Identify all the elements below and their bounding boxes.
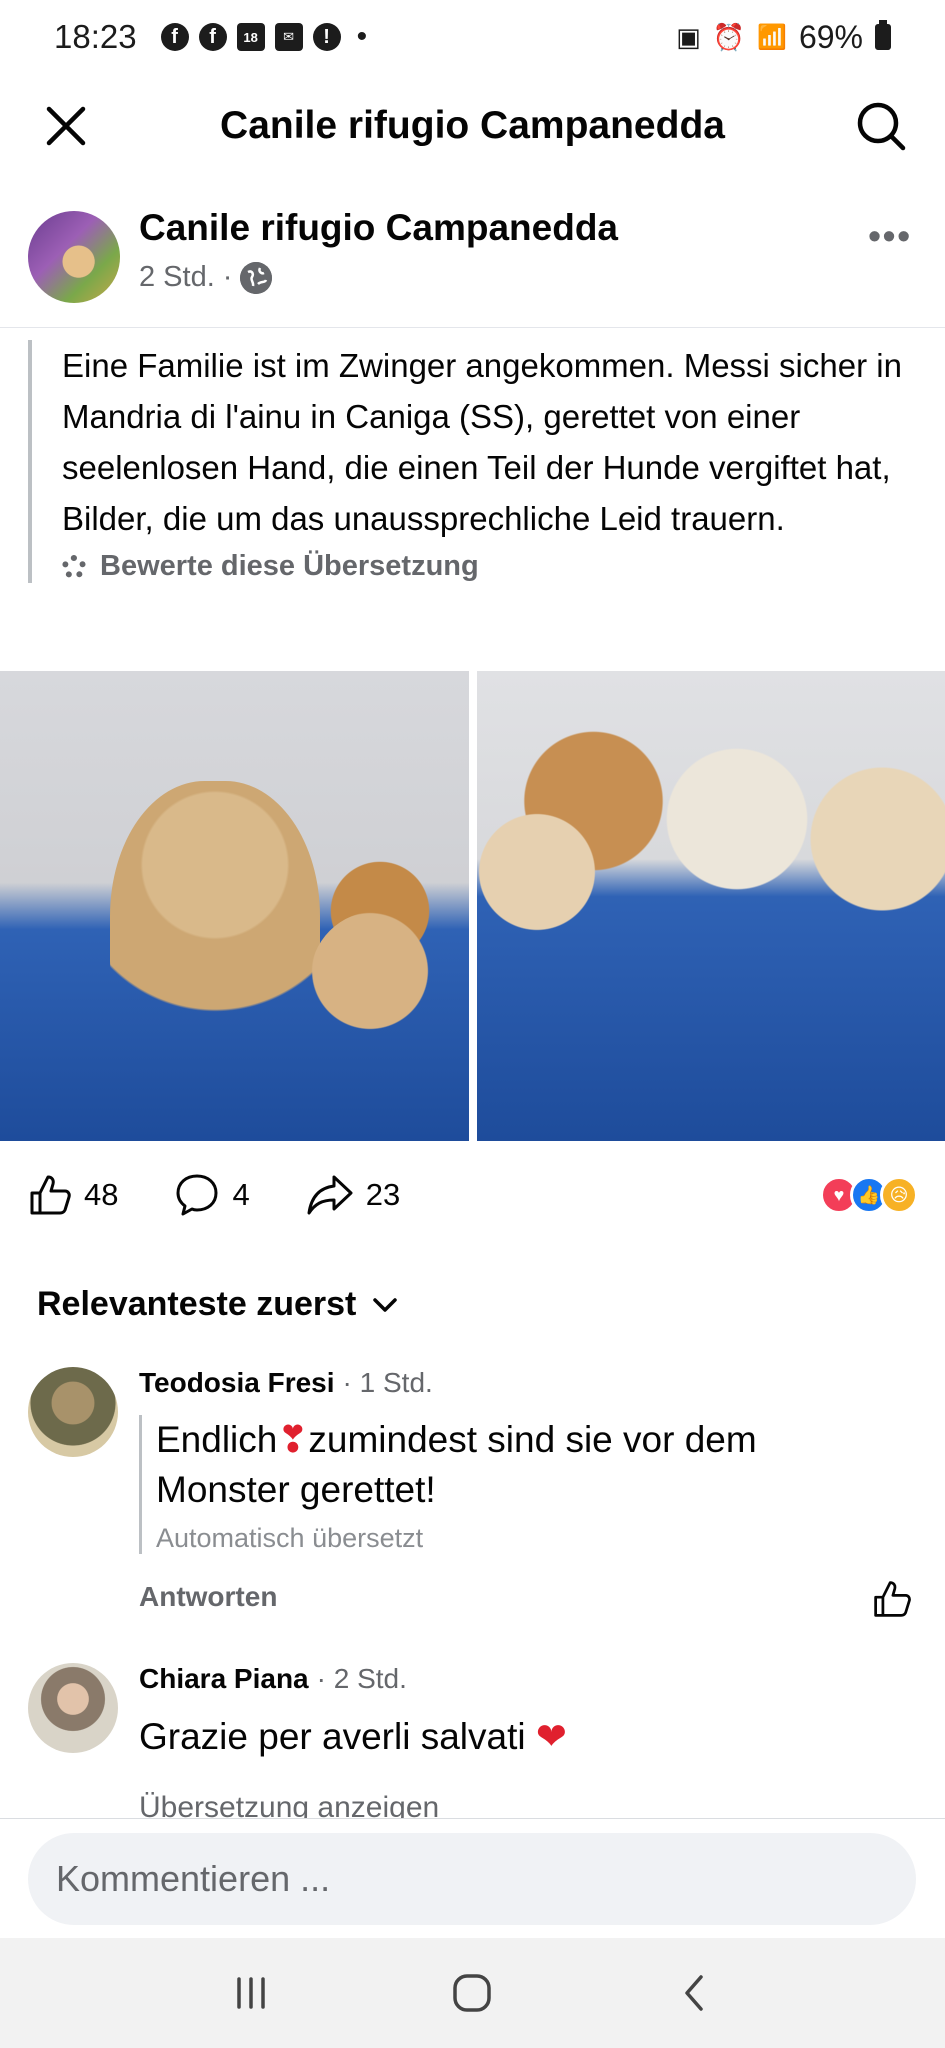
rate-translation-link[interactable]: Bewerte diese Übersetzung — [62, 550, 918, 583]
comment-text-before: Endlich — [156, 1419, 278, 1460]
more-notifications-dot-icon: • — [356, 20, 368, 53]
page-name[interactable]: Canile rifugio Campanedda — [139, 207, 618, 249]
comment-time: · 1 Std. — [342, 1367, 433, 1398]
auto-translated-label: Automatisch übersetzt — [156, 1523, 424, 1553]
comment-item: Chiara Piana · 2 Std. Grazie per averli … — [28, 1663, 918, 1824]
header-title: Canile rifugio Campanedda — [220, 104, 725, 147]
recent-apps-button[interactable] — [221, 1963, 281, 2023]
battery-saver-icon: ▣ — [676, 21, 701, 52]
heart-emoji-icon: ❤ — [535, 1716, 567, 1757]
like-button[interactable]: 48 — [28, 1173, 118, 1217]
comment-bubble-icon — [176, 1174, 218, 1216]
post-photo-puppies[interactable] — [476, 671, 945, 1141]
close-button[interactable] — [40, 100, 92, 152]
home-icon — [453, 1974, 492, 2012]
close-icon — [46, 106, 86, 146]
more-options-icon[interactable]: ••• — [868, 215, 912, 257]
comment-button[interactable]: 4 — [174, 1172, 250, 1218]
dog-figure — [110, 781, 320, 1081]
comment-text: Endlich❣zumindest sind sie vor dem Monst… — [156, 1415, 899, 1515]
comment-author[interactable]: Teodosia Fresi — [139, 1367, 335, 1399]
comment-author-line: Teodosia Fresi · 1 Std. — [139, 1367, 433, 1399]
comment-text-value: Grazie per averli salvati — [139, 1716, 526, 1757]
recent-apps-icon — [237, 1977, 265, 2009]
back-icon — [685, 1975, 703, 2011]
globe-icon — [240, 261, 273, 294]
home-button[interactable] — [442, 1963, 502, 2023]
top-header: Canile rifugio Campanedda — [0, 74, 945, 178]
mail-icon: ✉ — [274, 23, 303, 51]
comment-body: Endlich❣zumindest sind sie vor dem Monst… — [139, 1415, 899, 1554]
share-count: 23 — [365, 1177, 401, 1212]
comment-text: Grazie per averli salvati ❤ — [139, 1715, 567, 1758]
comment-count: 4 — [232, 1177, 250, 1212]
battery-icon — [875, 20, 891, 50]
post-header: Canile rifugio Campanedda 2 Std. · ••• — [28, 205, 918, 305]
comment-item: Teodosia Fresi · 1 Std. Endlich❣zumindes… — [28, 1367, 918, 1627]
share-button[interactable]: 23 — [306, 1173, 400, 1217]
like-count: 48 — [84, 1177, 119, 1212]
puppy-figure — [476, 791, 617, 971]
puppy-figure — [656, 731, 817, 951]
chevron-down-icon — [373, 1297, 398, 1312]
puppy-figure — [796, 731, 945, 971]
status-time: 18:23 — [54, 18, 137, 55]
status-bar: 18:23 f f 18 ✉ ! • ▣ ⏰ 📶 69% — [0, 0, 945, 74]
settings-gear-icon — [62, 554, 86, 579]
post-text-block: Eine Familie ist im Zwinger angekommen. … — [28, 340, 918, 583]
battery-percent: 69% — [798, 18, 863, 55]
comment-input[interactable] — [28, 1833, 916, 1925]
share-arrow-icon — [307, 1175, 353, 1215]
rate-translation-label: Bewerte diese Übersetzung — [100, 550, 479, 582]
post-meta: 2 Std. · — [139, 261, 273, 294]
page-avatar[interactable] — [28, 211, 120, 303]
post-text: Eine Familie ist im Zwinger angekommen. … — [62, 347, 902, 537]
comment-time: · 2 Std. — [316, 1663, 407, 1694]
sort-label: Relevanteste zuerst — [37, 1285, 357, 1323]
wifi-icon: 📶 — [757, 23, 787, 51]
system-nav-bar — [0, 1938, 945, 2048]
puppy-figure — [310, 911, 460, 1061]
post-photo-mother-dog[interactable] — [0, 671, 469, 1141]
sad-reaction-icon: 😥 — [880, 1176, 918, 1214]
avatar[interactable] — [28, 1663, 118, 1753]
back-button[interactable] — [664, 1963, 724, 2023]
comment-author-line: Chiara Piana · 2 Std. — [139, 1663, 407, 1695]
facebook-notification-icon: f — [198, 23, 227, 51]
divider — [0, 327, 945, 328]
alarm-icon: ⏰ — [712, 21, 746, 52]
comment-sort-dropdown[interactable]: Relevanteste zuerst — [37, 1285, 398, 1324]
search-button[interactable] — [853, 98, 909, 154]
reply-button[interactable]: Antworten — [139, 1581, 277, 1613]
calendar-icon: 18 — [236, 23, 265, 51]
alert-icon: ! — [312, 23, 341, 51]
post-actions-bar: 48 4 23 ♥ 👍 😥 — [28, 1160, 918, 1230]
post-time[interactable]: 2 Std. — [139, 261, 215, 294]
comment-author[interactable]: Chiara Piana — [139, 1663, 309, 1695]
comment-input-bar — [0, 1818, 945, 1938]
search-icon — [857, 102, 906, 151]
heart-emoji-icon: ❣ — [277, 1419, 309, 1460]
facebook-notification-icon: f — [160, 23, 189, 51]
thumbs-up-icon[interactable] — [872, 1579, 912, 1619]
avatar[interactable] — [28, 1367, 118, 1457]
thumbs-up-icon — [30, 1175, 71, 1215]
meta-separator: · — [222, 261, 233, 293]
reaction-summary[interactable]: ♥ 👍 😥 — [820, 1176, 918, 1214]
post-photos — [0, 671, 945, 1141]
